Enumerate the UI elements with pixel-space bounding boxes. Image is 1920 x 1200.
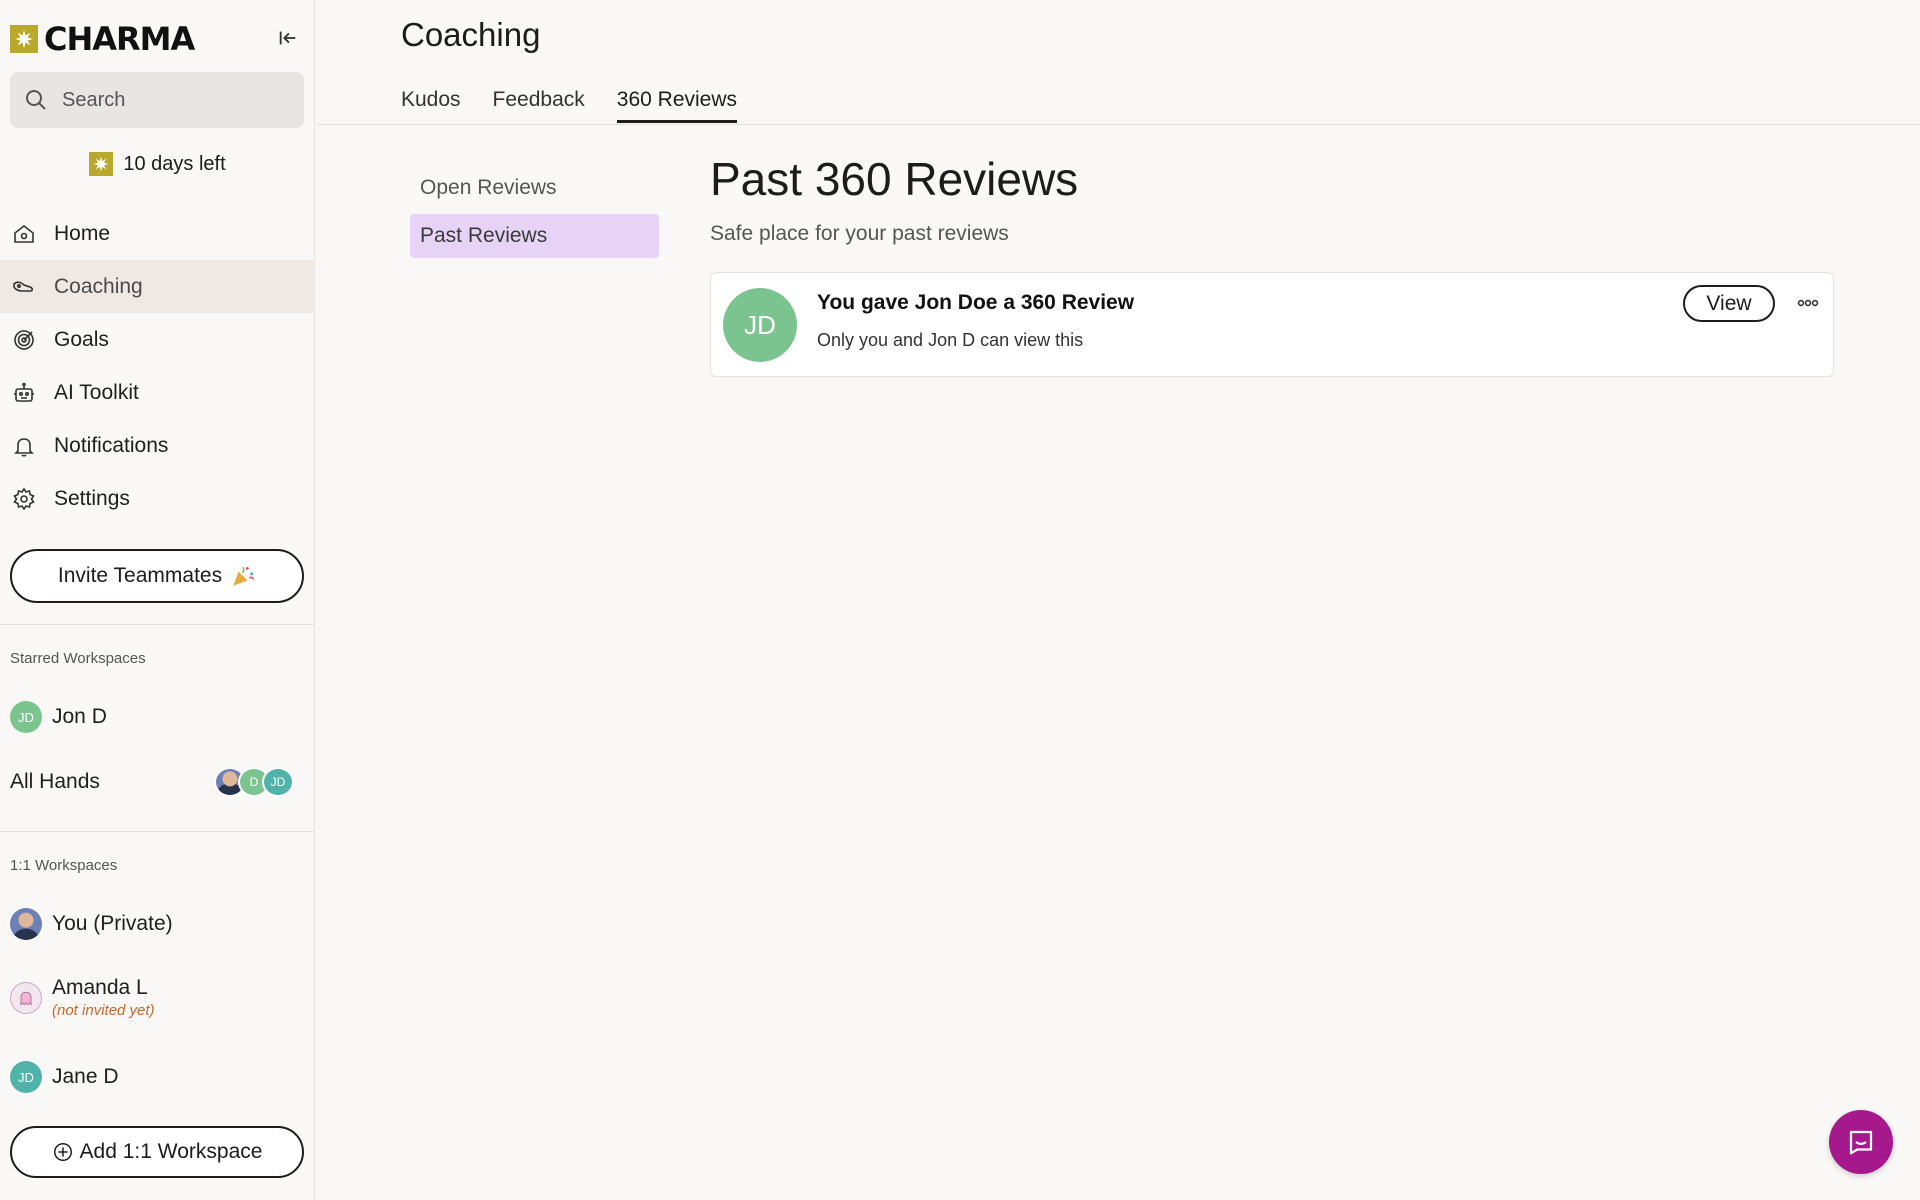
section-heading: Past 360 Reviews [710, 153, 1079, 205]
search-icon [26, 90, 46, 110]
tab-feedback[interactable]: Feedback [493, 88, 585, 123]
section-subheading: Safe place for your past reviews [710, 222, 1009, 245]
review-card: JD You gave Jon Doe a 360 Review Only yo… [710, 272, 1834, 377]
plus-circle-icon [53, 1143, 72, 1161]
review-title: You gave Jon Doe a 360 Review [817, 291, 1135, 314]
starred-item-jon-d[interactable]: JD Jon D [10, 701, 304, 733]
home-icon [14, 224, 34, 243]
nav-label: Notifications [54, 433, 169, 457]
trial-status[interactable]: 10 days left [0, 152, 315, 176]
sidebar: CHARMA 10 days left Home Coaching Goals [0, 0, 315, 1200]
reviews-subnav: Open Reviews Past Reviews [410, 166, 659, 262]
avatar: JD [723, 288, 797, 362]
tab-360-reviews[interactable]: 360 Reviews [616, 88, 738, 123]
more-horizontal-icon [1797, 299, 1819, 307]
workspace-item-jane-d[interactable]: JD Jane D [10, 1061, 304, 1093]
nav-item-goals[interactable]: Goals [0, 313, 315, 366]
avatar: JD [10, 701, 42, 733]
more-options-button[interactable] [1793, 291, 1823, 315]
tab-kudos[interactable]: Kudos [401, 88, 461, 123]
gear-icon [13, 487, 35, 510]
workspace-label-group: Amanda L (not invited yet) [52, 976, 155, 1019]
charma-logo-icon [10, 25, 38, 53]
workspace-label: Amanda L [52, 976, 148, 999]
main-nav: Home Coaching Goals AI Toolkit Notificat… [0, 207, 315, 525]
nav-item-ai-toolkit[interactable]: AI Toolkit [0, 366, 315, 419]
one-on-one-workspaces-label: 1:1 Workspaces [10, 857, 118, 874]
subnav-past-reviews[interactable]: Past Reviews [410, 214, 659, 258]
invite-teammates-button[interactable]: Invite Teammates [10, 549, 304, 603]
charma-star-icon [89, 152, 114, 176]
nav-label: Goals [54, 327, 109, 351]
coaching-icon [13, 280, 34, 292]
subnav-open-reviews[interactable]: Open Reviews [410, 166, 659, 210]
nav-item-home[interactable]: Home [0, 207, 315, 260]
member-avatars: D JD [214, 767, 294, 797]
bell-icon [14, 437, 34, 457]
ghost-avatar-icon [10, 981, 42, 1014]
workspace-label: You (Private) [52, 912, 173, 935]
view-review-button[interactable]: View [1683, 285, 1775, 322]
nav-item-settings[interactable]: Settings [0, 472, 315, 525]
nav-label: Home [54, 221, 111, 245]
robot-icon [14, 382, 34, 402]
collapse-sidebar-button[interactable] [274, 24, 302, 52]
collapse-left-icon [279, 31, 296, 45]
nav-item-coaching[interactable]: Coaching [0, 260, 315, 313]
app-name: CHARMA [44, 20, 195, 58]
avatar: JD [262, 767, 294, 797]
workspace-item-you-private[interactable]: You (Private) [10, 908, 304, 940]
add-workspace-label: Add 1:1 Workspace [79, 1140, 263, 1163]
chat-icon [1849, 1130, 1873, 1155]
target-icon [14, 329, 34, 350]
logo-row: CHARMA [10, 20, 306, 58]
workspace-label: All Hands [10, 770, 100, 793]
trial-days-left: 10 days left [123, 152, 226, 175]
add-workspace-button[interactable]: Add 1:1 Workspace [10, 1126, 304, 1178]
nav-label: AI Toolkit [54, 380, 139, 404]
charma-logo[interactable]: CHARMA [10, 20, 306, 58]
avatar: JD [10, 1061, 42, 1093]
sidebar-divider [0, 831, 315, 832]
avatar [10, 908, 42, 940]
tabs-divider [316, 124, 1920, 125]
workspace-item-amanda-l[interactable]: Amanda L (not invited yet) [10, 976, 304, 1019]
workspace-label: Jane D [52, 1065, 119, 1088]
invite-label: Invite Teammates [57, 564, 223, 587]
search-input[interactable] [62, 88, 282, 112]
not-invited-note: (not invited yet) [52, 1002, 155, 1019]
starred-item-all-hands[interactable]: All Hands D JD [10, 765, 304, 799]
nav-label: Settings [54, 486, 130, 510]
starred-workspaces-label: Starred Workspaces [10, 650, 146, 667]
nav-item-notifications[interactable]: Notifications [0, 419, 315, 472]
party-popper-icon [233, 566, 255, 586]
support-chat-button[interactable] [1829, 1110, 1893, 1174]
workspace-label: Jon D [52, 705, 107, 728]
sidebar-divider [0, 624, 315, 625]
page-title: Coaching [401, 16, 541, 53]
nav-label: Coaching [54, 274, 143, 298]
search-box[interactable] [10, 72, 304, 128]
coaching-tabs: Kudos Feedback 360 Reviews [401, 88, 738, 123]
review-visibility: Only you and Jon D can view this [817, 330, 1084, 350]
